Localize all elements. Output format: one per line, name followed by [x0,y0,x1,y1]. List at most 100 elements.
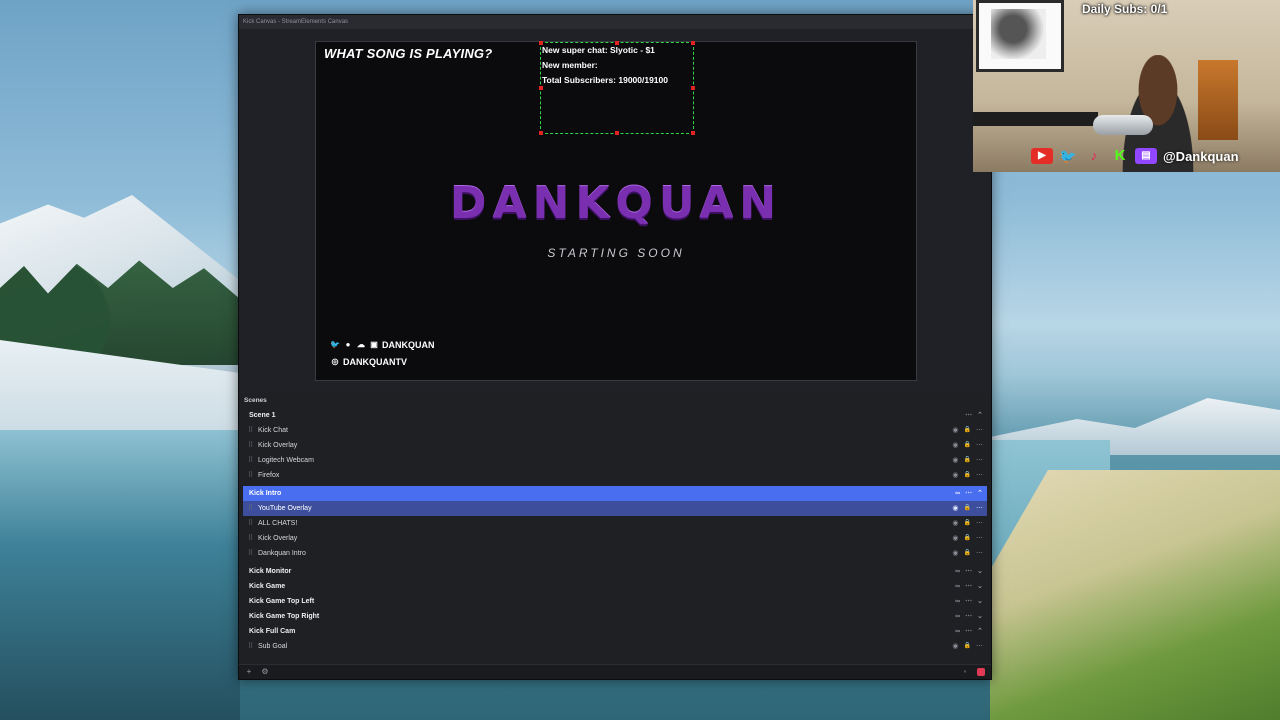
drag-handle-icon[interactable]: ⠿ [248,438,253,453]
wallpaper-lake-left [0,430,240,720]
lock-icon[interactable]: 🔒 [964,546,971,561]
more-icon[interactable]: ⋯ [965,408,972,423]
more-icon[interactable]: ⋯ [976,546,983,561]
lock-icon[interactable]: 🔒 [964,516,971,531]
source-item[interactable]: ⠿ Firefox ◉ 🔒 ⋯ [243,468,987,483]
scene-kick-game[interactable]: Kick Game ∞ ⋯ ⌄ [243,579,987,594]
more-icon[interactable]: ⋯ [965,609,972,624]
link-icon[interactable]: ∞ [955,624,960,639]
chevron-down-icon[interactable]: ⌄ [977,579,983,594]
eye-icon[interactable]: ◉ [952,453,958,468]
gear-icon[interactable]: ⚙ [261,668,269,676]
eye-icon[interactable]: ◉ [952,546,958,561]
eye-icon[interactable]: ◉ [952,516,958,531]
source-item[interactable]: ⠿ Kick Overlay ◉ 🔒 ⋯ [243,438,987,453]
more-icon[interactable]: ⋯ [976,423,983,438]
lock-icon[interactable]: 🔒 [964,453,971,468]
drag-handle-icon[interactable]: ⠿ [248,531,253,546]
chevron-down-icon[interactable]: ⌄ [977,594,983,609]
eye-icon[interactable]: ◉ [952,423,958,438]
eye-icon[interactable]: ◉ [952,468,958,483]
scene-kick-monitor[interactable]: Kick Monitor ∞ ⋯ ⌄ [243,564,987,579]
lock-icon[interactable]: 🔒 [964,423,971,438]
chevron-down-icon[interactable]: ⌄ [977,609,983,624]
scene-controls: ⋯ ⌃ [965,408,983,423]
wooden-shelf [1198,60,1238,140]
chevron-up-icon[interactable]: ⌃ [977,408,983,423]
resize-handle[interactable] [539,131,543,135]
more-icon[interactable]: ⋯ [976,516,983,531]
drag-handle-icon[interactable]: ⠿ [248,501,253,516]
source-item[interactable]: ⠿ Sub Goal ◉ 🔒 ⋯ [243,639,987,654]
chevron-up-icon[interactable]: ⌃ [977,624,983,639]
drag-handle-icon[interactable]: ⠿ [248,639,253,654]
scenes-list: Scene 1 ⋯ ⌃ ⠿ Kick Chat ◉ 🔒 ⋯ ⠿ Kick Overlay ◉ 🔒 ⋯ ⠿ L… [243,408,987,657]
source-item[interactable]: ⠿ Logitech Webcam ◉ 🔒 ⋯ [243,453,987,468]
lock-icon[interactable]: 🔒 [964,531,971,546]
eye-icon[interactable]: ◉ [952,531,958,546]
add-scene-icon[interactable]: + [245,668,253,676]
drag-handle-icon[interactable]: ⠿ [248,423,253,438]
record-icon[interactable] [977,668,985,676]
more-icon[interactable]: ⋯ [965,594,972,609]
link-icon[interactable]: ∞ [955,564,960,579]
source-name: Logitech Webcam [258,457,314,464]
eye-icon[interactable]: ◉ [952,438,958,453]
link-icon[interactable]: ∞ [955,579,960,594]
drag-handle-icon[interactable]: ⠿ [248,468,253,483]
link-icon[interactable]: ∞ [955,486,960,501]
song-title: WHAT SONG IS PLAYING? [324,46,493,61]
source-item[interactable]: ⠿ YouTube Overlay ◉ 🔒 ⋯ [243,501,987,516]
source-item[interactable]: ⠿ Kick Overlay ◉ 🔒 ⋯ [243,531,987,546]
lock-icon[interactable]: 🔒 [964,501,971,516]
drag-handle-icon[interactable]: ⠿ [248,546,253,561]
more-icon[interactable]: ⋯ [965,564,972,579]
scene-kick-game-top-left[interactable]: Kick Game Top Left ∞ ⋯ ⌄ [243,594,987,609]
source-item[interactable]: ⠿ Dankquan Intro ◉ 🔒 ⋯ [243,546,987,561]
more-icon[interactable]: ⋯ [965,486,972,501]
alert-total-subscribers: Total Subscribers: 19000/19100 [542,75,668,85]
mic-arm [973,112,1098,126]
resize-handle[interactable] [691,131,695,135]
more-icon[interactable]: ⋯ [976,468,983,483]
eye-icon[interactable]: ◉ [952,501,958,516]
social-handle-2: DANKQUANTV [343,357,407,367]
square-icon[interactable]: ▪ [961,668,969,676]
resize-handle[interactable] [691,41,695,45]
scenes-header: Scenes [244,397,267,404]
scene-kick-game-top-right[interactable]: Kick Game Top Right ∞ ⋯ ⌄ [243,609,987,624]
source-item[interactable]: ⠿ Kick Chat ◉ 🔒 ⋯ [243,423,987,438]
instagram-icon: ◎ [331,357,339,366]
more-icon[interactable]: ⋯ [976,501,983,516]
scene-controls: ∞ ⋯ ⌃ [955,624,983,639]
scene-name: Kick Monitor [249,568,292,575]
drag-handle-icon[interactable]: ⠿ [248,516,253,531]
alert-widget-selection[interactable]: New super chat: Slyotic - $1 New member:… [539,41,695,135]
lock-icon[interactable]: 🔒 [964,468,971,483]
more-icon[interactable]: ⋯ [965,624,972,639]
chevron-down-icon[interactable]: ⌄ [977,564,983,579]
more-icon[interactable]: ⋯ [965,579,972,594]
link-icon[interactable]: ∞ [955,594,960,609]
window-title[interactable]: Kick Canvas - StreamElements Canvas [239,15,991,29]
source-item[interactable]: ⠿ ALL CHATS! ◉ 🔒 ⋯ [243,516,987,531]
eye-icon[interactable]: ◉ [952,639,958,654]
scene-scene-1[interactable]: Scene 1 ⋯ ⌃ [243,408,987,423]
resize-handle[interactable] [691,86,695,90]
resize-handle[interactable] [615,131,619,135]
scene-kick-full-cam[interactable]: Kick Full Cam ∞ ⋯ ⌃ [243,624,987,639]
source-controls: ◉ 🔒 ⋯ [952,639,983,654]
source-controls: ◉ 🔒 ⋯ [952,423,983,438]
more-icon[interactable]: ⋯ [976,639,983,654]
more-icon[interactable]: ⋯ [976,531,983,546]
more-icon[interactable]: ⋯ [976,438,983,453]
lock-icon[interactable]: 🔒 [964,438,971,453]
drag-handle-icon[interactable]: ⠿ [248,453,253,468]
resize-handle[interactable] [539,86,543,90]
scene-kick-intro[interactable]: Kick Intro ∞ ⋯ ⌃ [243,486,987,501]
chevron-up-icon[interactable]: ⌃ [977,486,983,501]
stream-canvas[interactable]: WHAT SONG IS PLAYING? New super chat: Sl… [315,41,917,381]
lock-icon[interactable]: 🔒 [964,639,971,654]
more-icon[interactable]: ⋯ [976,453,983,468]
link-icon[interactable]: ∞ [955,609,960,624]
